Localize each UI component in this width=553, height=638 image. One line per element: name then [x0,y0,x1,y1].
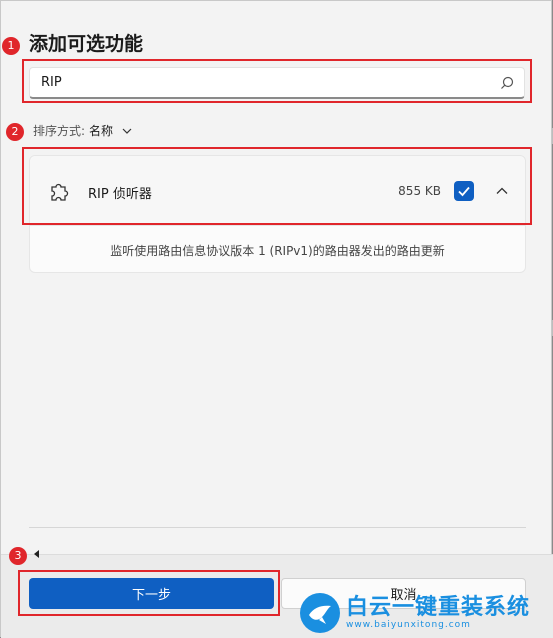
bird-logo-icon [300,592,340,633]
dialog-title: 添加可选功能 [29,33,144,55]
chevron-down-icon [122,128,132,134]
watermark-sub-text: www.baiyunxitong.com [346,619,471,630]
annotation-number-2: 2 [6,123,24,141]
search-value: RIP [41,75,62,90]
feature-size: 855 KB [398,184,441,198]
feature-name: RIP 侦听器 [88,187,152,202]
puzzle-icon [51,183,69,201]
sort-dropdown[interactable]: 排序方式: 名称 [33,122,133,139]
watermark-logo: 白云一键重装系统 www.baiyunxitong.com [300,590,553,635]
feature-description: 监听使用路由信息协议版本 1 (RIPv1)的路由器发出的路由更新 [110,244,445,258]
feature-checkbox[interactable] [454,181,474,201]
feature-card: RIP 侦听器 855 KB 监听使用路由信息协议版本 1 (RIPv1)的路由… [29,155,526,273]
chevron-up-icon[interactable] [495,184,509,198]
annotation-number-1: 1 [2,37,20,55]
checkmark-icon [458,186,470,197]
watermark-main-text: 白云一键重装系统 [346,594,531,620]
feature-card-header[interactable]: RIP 侦听器 855 KB [30,156,525,226]
add-optional-feature-dialog: 添加可选功能 RIP 排序方式: 名称 RIP 侦听器 855 KB 监听使用路… [0,0,553,638]
annotation-number-3: 3 [9,547,27,565]
sort-value: 名称 [89,124,114,138]
search-icon[interactable] [499,75,515,91]
sort-label: 排序方式: [33,124,86,138]
search-input[interactable]: RIP [29,67,525,99]
scroll-left-arrow-icon[interactable] [34,550,39,558]
divider [29,527,526,528]
next-button[interactable]: 下一步 [29,578,274,609]
